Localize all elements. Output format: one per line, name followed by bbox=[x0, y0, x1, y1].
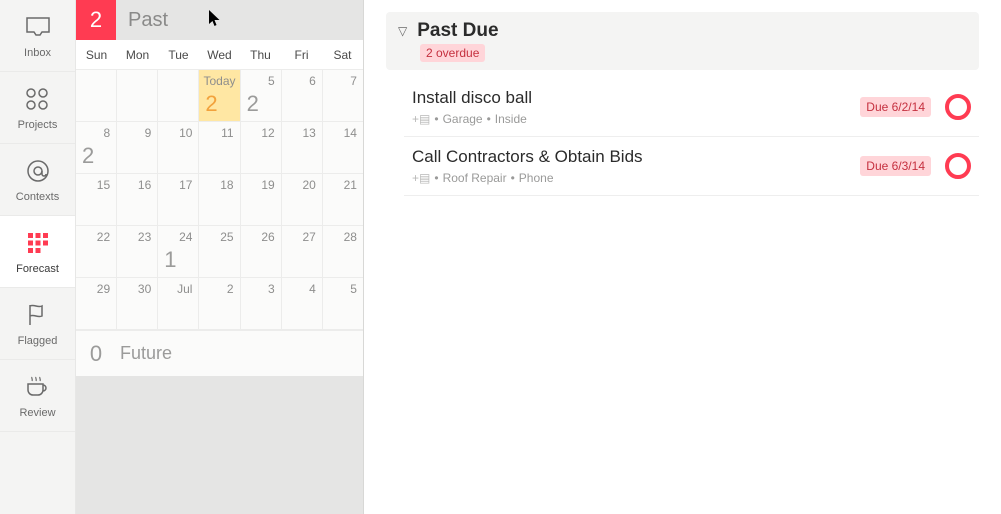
day-cell[interactable]: 30 bbox=[117, 278, 158, 329]
task-title: Install disco ball bbox=[412, 88, 860, 108]
dow-thu: Thu bbox=[240, 40, 281, 69]
sidebar-item-flagged[interactable]: Flagged bbox=[0, 288, 75, 360]
sidebar-item-label: Projects bbox=[18, 119, 58, 131]
dow-mon: Mon bbox=[117, 40, 158, 69]
day-cell[interactable]: 19 bbox=[241, 174, 282, 225]
section-header-past-due[interactable]: ▽ Past Due 2 overdue bbox=[386, 12, 979, 70]
day-cell[interactable]: 3 bbox=[241, 278, 282, 329]
day-cell[interactable]: 27 bbox=[282, 226, 323, 277]
section-title: Past Due bbox=[417, 20, 498, 42]
task-context: Phone bbox=[519, 171, 554, 185]
task-project: Garage bbox=[443, 112, 483, 126]
day-cell[interactable]: 20 bbox=[282, 174, 323, 225]
day-cell[interactable]: 241 bbox=[158, 226, 199, 277]
future-count: 0 bbox=[76, 341, 116, 367]
future-label: Future bbox=[116, 343, 172, 364]
day-cell[interactable]: 22 bbox=[76, 226, 117, 277]
day-cell[interactable]: 4 bbox=[282, 278, 323, 329]
meta-sep: • bbox=[434, 171, 438, 185]
day-cell[interactable]: 82 bbox=[76, 122, 117, 173]
day-cell[interactable]: 11 bbox=[199, 122, 240, 173]
flag-icon bbox=[24, 301, 52, 329]
day-cell[interactable]: 15 bbox=[76, 174, 117, 225]
day-cell[interactable]: 16 bbox=[117, 174, 158, 225]
task-meta: +▤ • Garage • Inside bbox=[412, 112, 860, 126]
day-cell[interactable] bbox=[117, 70, 158, 121]
due-badge: Due 6/2/14 bbox=[860, 97, 931, 117]
task-title: Call Contractors & Obtain Bids bbox=[412, 147, 860, 167]
complete-checkbox[interactable] bbox=[945, 153, 971, 179]
add-note-icon[interactable]: +▤ bbox=[412, 171, 430, 185]
task-meta: +▤ • Roof Repair • Phone bbox=[412, 171, 860, 185]
task-project: Roof Repair bbox=[443, 171, 507, 185]
sidebar-item-label: Contexts bbox=[16, 191, 59, 203]
day-cell[interactable]: 21 bbox=[323, 174, 363, 225]
day-cell[interactable]: 17 bbox=[158, 174, 199, 225]
day-cell[interactable]: 5 bbox=[323, 278, 363, 329]
due-badge: Due 6/3/14 bbox=[860, 156, 931, 176]
main-content: ▽ Past Due 2 overdue Install disco ball … bbox=[364, 0, 1001, 514]
dow-wed: Wed bbox=[199, 40, 240, 69]
cursor-icon bbox=[208, 9, 222, 32]
at-sign-icon bbox=[24, 157, 52, 185]
day-cell[interactable]: 6 bbox=[282, 70, 323, 121]
day-cell[interactable]: 14 bbox=[323, 122, 363, 173]
day-cell[interactable]: 28 bbox=[323, 226, 363, 277]
meta-sep: • bbox=[511, 171, 515, 185]
day-cell[interactable]: 25 bbox=[199, 226, 240, 277]
sidebar-item-label: Inbox bbox=[24, 47, 51, 59]
complete-checkbox[interactable] bbox=[945, 94, 971, 120]
inbox-tray-icon bbox=[24, 13, 52, 41]
add-note-icon[interactable]: +▤ bbox=[412, 112, 430, 126]
day-cell[interactable]: 2 bbox=[199, 278, 240, 329]
day-cell[interactable]: 18 bbox=[199, 174, 240, 225]
dow-fri: Fri bbox=[281, 40, 322, 69]
overdue-badge: 2 overdue bbox=[420, 44, 485, 62]
forecast-calendar: 2 Past Sun Mon Tue Wed Thu Fri Sat Today… bbox=[76, 0, 364, 514]
day-cell[interactable]: 29 bbox=[76, 278, 117, 329]
task-row[interactable]: Install disco ball +▤ • Garage • Inside … bbox=[404, 78, 979, 137]
day-cell[interactable]: 7 bbox=[323, 70, 363, 121]
sidebar: Inbox Projects Contexts Forecast Flagged bbox=[0, 0, 76, 514]
day-cell[interactable]: 23 bbox=[117, 226, 158, 277]
day-cell[interactable] bbox=[158, 70, 199, 121]
past-row[interactable]: 2 Past bbox=[76, 0, 363, 40]
day-cell[interactable] bbox=[76, 70, 117, 121]
sidebar-item-label: Review bbox=[19, 407, 55, 419]
day-cell-today[interactable]: Today2 bbox=[199, 70, 240, 121]
task-context: Inside bbox=[495, 112, 527, 126]
forecast-grid-icon bbox=[24, 229, 52, 257]
day-cell[interactable]: 12 bbox=[241, 122, 282, 173]
task-row[interactable]: Call Contractors & Obtain Bids +▤ • Roof… bbox=[404, 137, 979, 196]
coffee-cup-icon bbox=[24, 373, 52, 401]
day-cell[interactable]: 9 bbox=[117, 122, 158, 173]
future-row[interactable]: 0 Future bbox=[76, 330, 363, 376]
meta-sep: • bbox=[487, 112, 491, 126]
disclosure-triangle-icon[interactable]: ▽ bbox=[398, 24, 407, 38]
sidebar-item-forecast[interactable]: Forecast bbox=[0, 216, 75, 288]
sidebar-item-projects[interactable]: Projects bbox=[0, 72, 75, 144]
projects-icon bbox=[24, 85, 52, 113]
calendar-grid: Today2 52 6 7 82 9 10 11 12 13 14 15 16 … bbox=[76, 70, 363, 330]
sidebar-item-contexts[interactable]: Contexts bbox=[0, 144, 75, 216]
dow-tue: Tue bbox=[158, 40, 199, 69]
dow-sat: Sat bbox=[322, 40, 363, 69]
sidebar-item-review[interactable]: Review bbox=[0, 360, 75, 432]
day-of-week-header: Sun Mon Tue Wed Thu Fri Sat bbox=[76, 40, 363, 70]
day-cell[interactable]: 52 bbox=[241, 70, 282, 121]
past-due-count-badge: 2 bbox=[76, 0, 116, 40]
day-cell[interactable]: Jul bbox=[158, 278, 199, 329]
dow-sun: Sun bbox=[76, 40, 117, 69]
sidebar-item-inbox[interactable]: Inbox bbox=[0, 0, 75, 72]
sidebar-item-label: Forecast bbox=[16, 263, 59, 275]
meta-sep: • bbox=[434, 112, 438, 126]
day-cell[interactable]: 10 bbox=[158, 122, 199, 173]
day-cell[interactable]: 26 bbox=[241, 226, 282, 277]
sidebar-item-label: Flagged bbox=[18, 335, 58, 347]
past-label: Past bbox=[116, 9, 168, 32]
day-cell[interactable]: 13 bbox=[282, 122, 323, 173]
